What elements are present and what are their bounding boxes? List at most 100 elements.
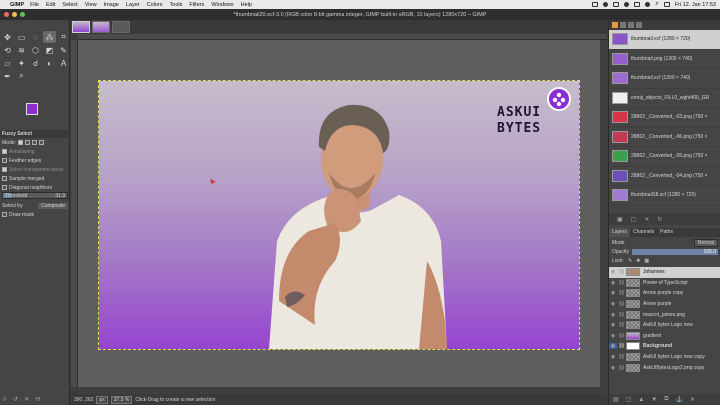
menu-tools[interactable]: Tools — [170, 2, 183, 8]
lower-layer-icon[interactable]: ▼ — [651, 397, 657, 403]
unit-dropdown[interactable]: px — [96, 395, 108, 404]
layer-chain-icon[interactable]: ⛓ — [617, 312, 626, 318]
clone-tool-icon[interactable]: ✦ — [15, 57, 28, 69]
layer-mode-dropdown[interactable]: Normal — [693, 238, 718, 247]
layer-chain-icon[interactable]: ⛓ — [617, 280, 626, 286]
image-list-item[interactable]: thumbnail18.xcf (1280 × 720) — [609, 186, 720, 206]
delete-options-icon[interactable]: ✕ — [24, 396, 29, 403]
layer-visibility-icon[interactable]: ◉ — [609, 354, 617, 360]
lasso-tool-icon[interactable]: ◌ — [29, 31, 42, 43]
select-transparent-row[interactable]: Select transparent areas — [0, 165, 70, 174]
diagonal-checkbox[interactable] — [2, 185, 7, 190]
minimize-window-button[interactable] — [12, 12, 17, 17]
zoom-tool-icon[interactable]: ⌕ — [15, 70, 28, 82]
patterns-tab-icon[interactable] — [628, 22, 634, 28]
layer-row[interactable]: ◉ ⛓ Johannes — [609, 267, 720, 278]
zoom-window-button[interactable] — [20, 12, 25, 17]
search-icon[interactable]: ⌕ — [655, 1, 658, 8]
sample-merged-row[interactable]: Sample merged — [0, 174, 70, 183]
layer-chain-icon[interactable]: ⛓ — [617, 343, 626, 349]
mode-add-button[interactable] — [24, 140, 30, 145]
foreground-color-swatch[interactable] — [26, 103, 38, 115]
image-list-item[interactable]: thumbnail.xcf (1280 × 720) — [609, 30, 720, 50]
threshold-slider[interactable]: Threshold 31.9 — [2, 192, 68, 199]
refresh-icon[interactable]: ↻ — [657, 216, 662, 223]
app-name-menu[interactable]: GIMP — [10, 2, 24, 8]
eraser-tool-icon[interactable]: ▱ — [1, 57, 14, 69]
antialiasing-row[interactable]: Antialiasing — [0, 147, 70, 156]
layer-visibility-icon[interactable]: ◉ — [609, 312, 617, 318]
feather-row[interactable]: Feather edges — [0, 156, 70, 165]
delete-image-icon[interactable]: ✕ — [644, 216, 649, 223]
menu-image[interactable]: Image — [104, 2, 119, 8]
layer-row[interactable]: ◉ ⛓ AskUI bytes Logo new — [609, 320, 720, 331]
new-group-icon[interactable]: ▢ — [626, 396, 632, 403]
status-icon[interactable] — [592, 2, 599, 7]
layer-chain-icon[interactable]: ⛓ — [617, 333, 626, 339]
layer-chain-icon[interactable]: ⛓ — [617, 269, 626, 275]
reset-options-icon[interactable]: ⟲ — [35, 396, 40, 403]
image-list-item[interactable]: thumbnail.xcf (1300 × 740) — [609, 69, 720, 89]
layer-chain-icon[interactable]: ⛓ — [617, 365, 626, 371]
menu-help[interactable]: Help — [241, 2, 252, 8]
restore-options-icon[interactable]: ↺ — [13, 396, 18, 403]
close-window-button[interactable] — [4, 12, 9, 17]
diagonal-row[interactable]: Diagonal neighbors — [0, 183, 70, 192]
image-list-item[interactable]: emoji_objects_FILL0_wght400_GR — [609, 89, 720, 108]
layer-name[interactable]: Arrow purple copy — [643, 290, 683, 296]
rect-select-tool-icon[interactable]: ▭ — [15, 31, 28, 43]
layer-chain-icon[interactable]: ⛓ — [617, 301, 626, 307]
dodge-tool-icon[interactable]: ◐ — [43, 57, 56, 69]
canvas-area[interactable]: ASKUI BYTES — [78, 40, 607, 387]
lock-alpha-icon[interactable]: ▦ — [644, 258, 649, 264]
menu-layer[interactable]: Layer — [126, 2, 140, 8]
vertical-ruler[interactable] — [71, 40, 78, 387]
horizontal-scrollbar[interactable] — [78, 387, 607, 394]
layer-visibility-icon[interactable]: ◉ — [609, 290, 617, 296]
anchor-layer-icon[interactable]: ⚓ — [676, 396, 683, 403]
image-list-item[interactable]: 28863 _Converted_-04.png (750 × — [609, 167, 720, 186]
menu-edit[interactable]: Edit — [46, 2, 55, 8]
opacity-slider[interactable]: 100.0 — [631, 248, 718, 255]
menu-select[interactable]: Select — [62, 2, 77, 8]
smudge-tool-icon[interactable]: ☌ — [29, 57, 42, 69]
zoom-dropdown[interactable]: 37.5 % — [110, 395, 133, 404]
feather-checkbox[interactable] — [2, 158, 7, 163]
color-picker-tool-icon[interactable]: ✒ — [1, 70, 14, 82]
layer-chain-icon[interactable]: ⛓ — [617, 322, 626, 328]
control-center-icon[interactable] — [663, 2, 670, 7]
select-by-dropdown[interactable]: Composite — [38, 202, 68, 209]
battery-icon[interactable] — [634, 2, 641, 7]
image-list-item[interactable]: 28863 _Converted_-03.png (750 × — [609, 108, 720, 128]
layer-row[interactable]: ◉ ⛓ Arrow purple — [609, 299, 720, 310]
layer-visibility-icon[interactable]: ◉ — [609, 301, 617, 307]
layer-name[interactable]: Power of TypeScript — [643, 280, 688, 286]
draw-mask-checkbox[interactable] — [2, 212, 7, 217]
images-tab-icon[interactable] — [612, 22, 618, 28]
warp-tool-icon[interactable]: ≋ — [15, 44, 28, 56]
draw-mask-row[interactable]: Draw mask — [0, 210, 70, 219]
fuzzy-select-tool-icon[interactable]: ⁂ — [43, 31, 56, 43]
duplicate-layer-icon[interactable]: ⧉ — [664, 396, 668, 403]
layer-visibility-icon[interactable]: ◉ — [609, 343, 617, 350]
menu-filters[interactable]: Filters — [189, 2, 204, 8]
select-transparent-checkbox[interactable] — [2, 167, 7, 172]
layer-row[interactable]: ◉ ⛓ AskUI bytes Logo new copy — [609, 352, 720, 363]
wifi-icon[interactable] — [645, 2, 651, 7]
sample-merged-checkbox[interactable] — [2, 176, 7, 181]
tab-paths[interactable]: Paths — [657, 228, 676, 237]
record-icon[interactable] — [603, 2, 609, 7]
layer-row[interactable]: ◉ ⛓ AskUIBytesLogo2.png copy — [609, 362, 720, 373]
lock-pixels-icon[interactable]: ✎ — [628, 258, 632, 264]
delete-layer-icon[interactable]: ✕ — [690, 396, 695, 403]
layer-row[interactable]: ◉ ⛓ Background — [609, 341, 720, 352]
save-options-icon[interactable]: ⇩ — [2, 396, 7, 403]
layer-name[interactable]: Background — [643, 343, 672, 349]
layer-name[interactable]: Johannes — [643, 269, 665, 275]
layer-visibility-icon[interactable]: ◉ — [609, 365, 617, 371]
image-tab[interactable] — [112, 21, 130, 33]
layer-visibility-icon[interactable]: ◉ — [609, 322, 617, 328]
layer-name[interactable]: AskUI bytes Logo new — [643, 322, 693, 328]
paintbrush-tool-icon[interactable]: ✎ — [57, 44, 70, 56]
bluetooth-icon[interactable] — [624, 2, 630, 7]
